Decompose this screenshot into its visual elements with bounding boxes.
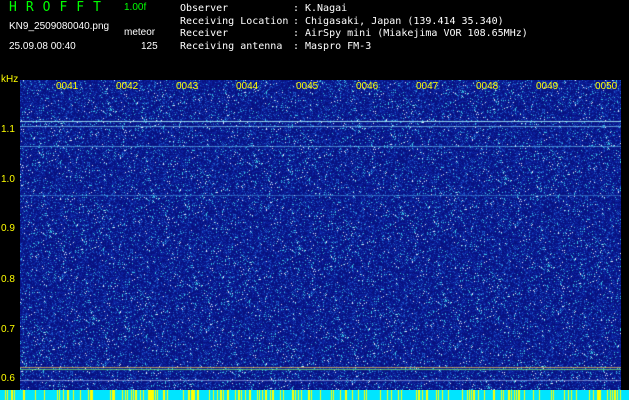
- y-tick: 0.6: [1, 373, 15, 384]
- count-label: 125: [141, 41, 158, 52]
- meta-row-antenna: Receiving antenna: Maspro FM-3: [180, 40, 372, 52]
- mode-label: meteor: [124, 27, 156, 38]
- y-tick: 1.0: [1, 174, 15, 185]
- x-label: 0046: [356, 81, 379, 92]
- y-tick: 0.7: [1, 324, 15, 335]
- x-label: 0049: [536, 81, 559, 92]
- y-tick: 0.8: [1, 274, 15, 285]
- x-label: 0042: [116, 81, 139, 92]
- metadata-block: Observer: K.Nagai Receiving Location: Chig…: [180, 3, 528, 53]
- filename-label: KN9_2509080040.png: [9, 21, 110, 32]
- x-label: 0047: [416, 81, 439, 92]
- spectrogram-plot[interactable]: [20, 80, 621, 390]
- spectrogram-canvas: [20, 80, 621, 390]
- app-title: HROFFT: [9, 0, 110, 15]
- x-label: 0050: [595, 81, 618, 92]
- version-label: 1.00f: [124, 2, 147, 13]
- signal-strip-canvas: [0, 390, 629, 400]
- header-panel: HROFFT 1.00f KN9_2509080040.png meteor 2…: [0, 0, 629, 78]
- y-axis: 1.1 1.0 0.9 0.8 0.7 0.6: [0, 78, 20, 400]
- plot-right-margin: [621, 80, 629, 390]
- x-label: 0045: [296, 81, 319, 92]
- x-label: 0043: [176, 81, 199, 92]
- datetime-label: 25.09.08 00:40: [9, 41, 76, 52]
- signal-strip: [0, 390, 629, 400]
- x-label: 0044: [236, 81, 259, 92]
- x-label: 0041: [56, 81, 79, 92]
- meta-row-location: Receiving Location: Chigasaki, Japan (139…: [180, 15, 504, 27]
- x-label: 0048: [476, 81, 499, 92]
- y-tick: 1.1: [1, 124, 15, 135]
- meta-row-observer: Observer: K.Nagai: [180, 3, 348, 14]
- meta-row-receiver: Receiver: AirSpy mini (Miakejima VOR 108.…: [180, 28, 528, 39]
- y-tick: 0.9: [1, 223, 15, 234]
